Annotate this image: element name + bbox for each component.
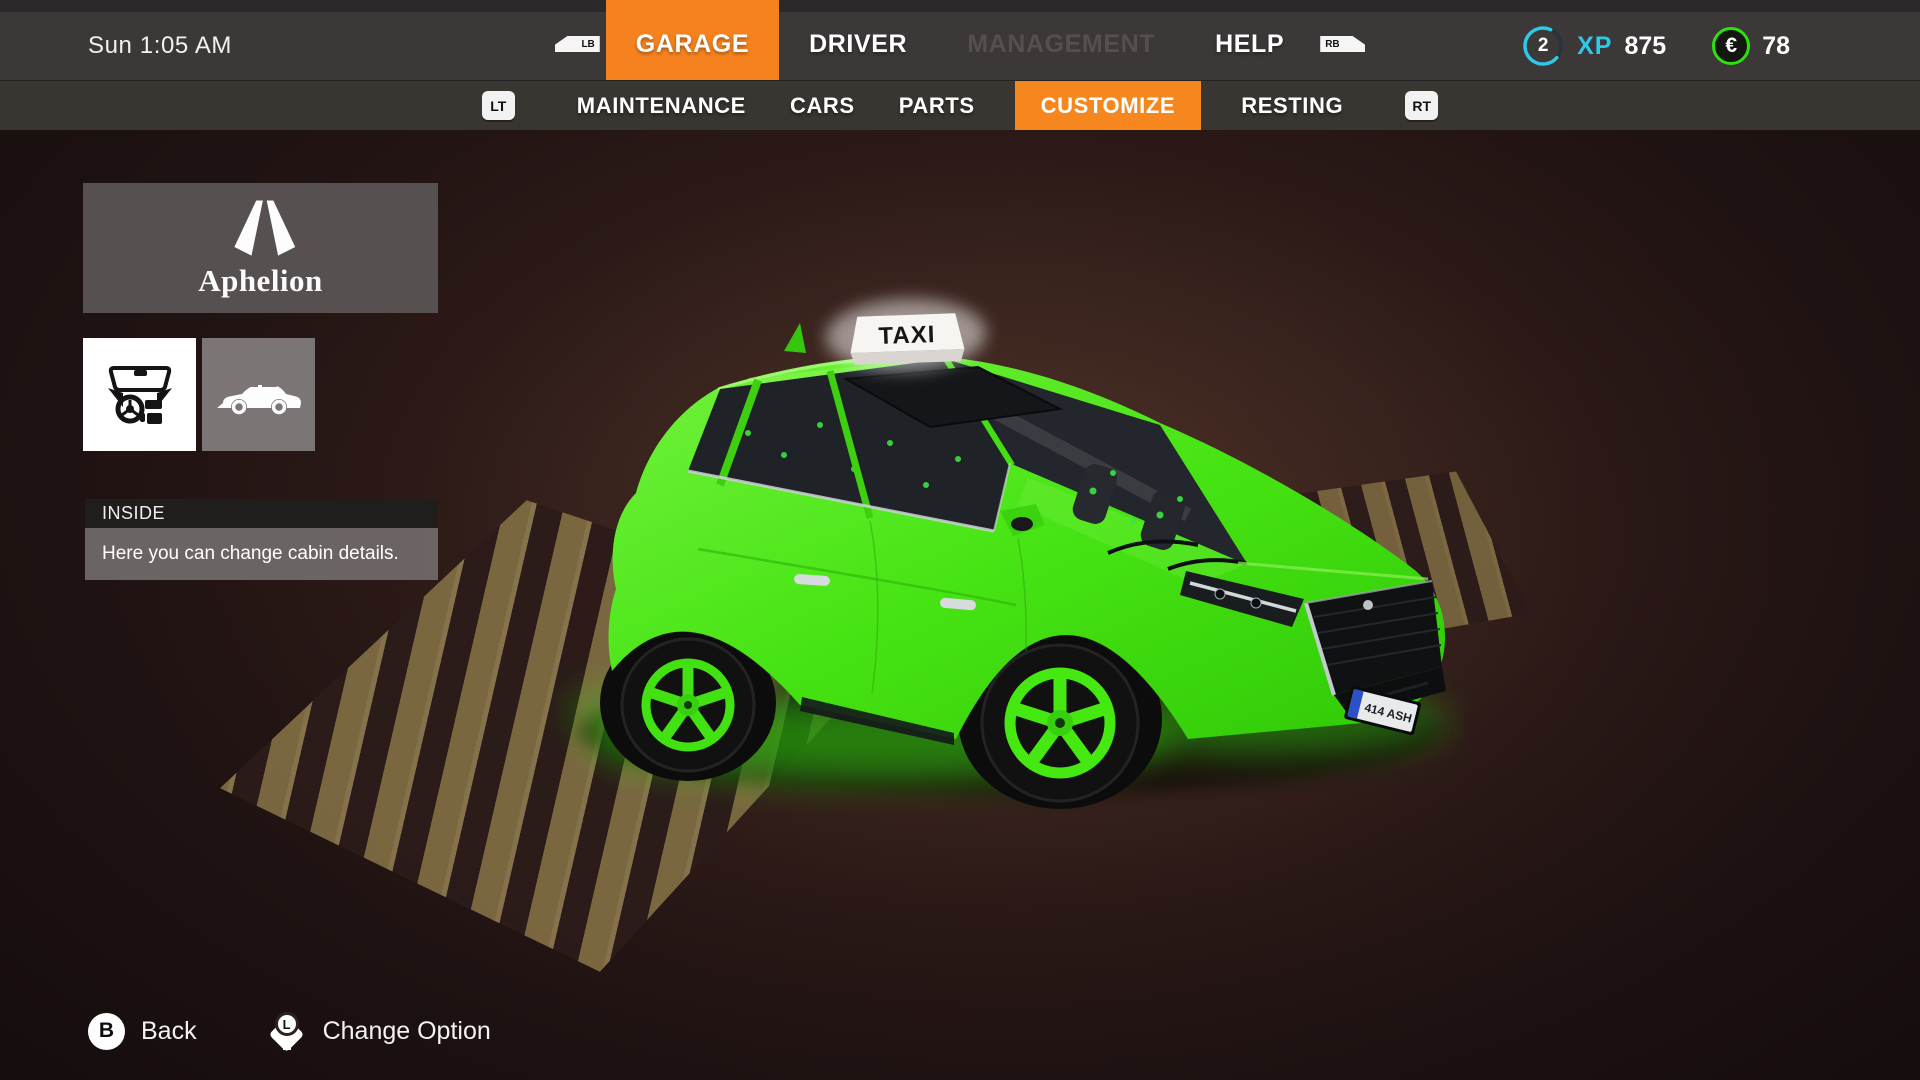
nav-tab-help[interactable]: HELP	[1185, 0, 1314, 80]
xp-value: 875	[1624, 32, 1666, 61]
rt-trigger-icon[interactable]: RT	[1405, 91, 1438, 120]
section-header: INSIDE	[85, 499, 438, 528]
section-description: Here you can change cabin details.	[102, 543, 399, 565]
vehicle-rendering: 414 ASH TAXI	[548, 253, 1468, 813]
sub-nav: LT MAINTENANCE CARS PARTS CUSTOMIZE REST…	[0, 80, 1920, 130]
change-option-label: Change Option	[323, 1017, 491, 1046]
tab-cars[interactable]: CARS	[786, 81, 859, 130]
lt-trigger-icon[interactable]: LT	[482, 91, 515, 120]
left-stick-icon[interactable]: L	[267, 1010, 307, 1052]
taxi-car-illustration: 414 ASH TAXI	[548, 253, 1468, 813]
section-description-box: Here you can change cabin details.	[85, 528, 438, 580]
stick-stem	[283, 1040, 291, 1050]
euro-icon: €	[1712, 27, 1750, 65]
car-side-icon	[217, 371, 301, 419]
nav-tab-garage[interactable]: GARAGE	[606, 0, 779, 80]
tab-maintenance[interactable]: MAINTENANCE	[573, 81, 750, 130]
footer-hints: B Back L Change Option	[88, 1010, 491, 1052]
garage-customize-screen: { "status_bar": { "datetime": "Sun 1:05 …	[0, 0, 1920, 1080]
back-label: Back	[141, 1017, 197, 1046]
nav-tab-driver[interactable]: DRIVER	[779, 0, 937, 80]
stick-knob: L	[275, 1012, 299, 1036]
rb-bumper-icon[interactable]: RB	[1320, 36, 1365, 52]
brand-logo-icon	[223, 198, 299, 260]
back-hint[interactable]: B Back	[88, 1013, 197, 1050]
brand-card: Aphelion	[83, 183, 438, 313]
nav-tab-management: MANAGEMENT	[937, 0, 1185, 80]
player-hud: 2 XP 875 € 78	[1521, 12, 1790, 80]
xp-level-badge: 2	[1521, 24, 1565, 68]
front-wheel	[982, 645, 1138, 801]
brand-name: Aphelion	[198, 263, 323, 299]
rear-wheel	[622, 639, 754, 771]
section-title: INSIDE	[102, 503, 165, 524]
view-tabs	[83, 338, 315, 451]
lb-bumper-icon[interactable]: LB	[555, 36, 600, 52]
tab-parts[interactable]: PARTS	[895, 81, 979, 130]
money-value: 78	[1762, 32, 1790, 61]
b-button-icon[interactable]: B	[88, 1013, 125, 1050]
thumb-exterior[interactable]	[202, 338, 315, 451]
dashboard-icon	[100, 360, 180, 430]
tab-customize[interactable]: CUSTOMIZE	[1015, 81, 1202, 130]
svg-text:TAXI: TAXI	[878, 321, 936, 350]
tab-resting[interactable]: RESTING	[1237, 81, 1347, 130]
status-bar: Sun 1:05 AM LB GARAGE DRIVER MANAGEMENT …	[0, 0, 1920, 80]
thumb-interior[interactable]	[83, 338, 196, 451]
xp-label: XP	[1577, 32, 1612, 61]
change-option-hint[interactable]: L Change Option	[267, 1010, 491, 1052]
